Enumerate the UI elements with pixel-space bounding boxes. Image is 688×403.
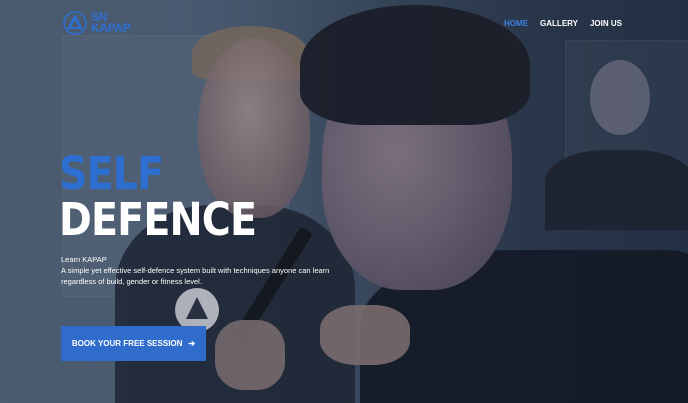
arrow-right-icon: ➔ [188,339,196,348]
hero-title-line-2: DEFENCE [59,193,257,246]
book-free-session-button[interactable]: BOOK YOUR FREE SESSION ➔ [61,326,206,361]
nav-item-gallery[interactable]: GALLERY [540,19,578,28]
hero-section: SN KAPAP HOME GALLERY JOIN US SELF DEFEN… [0,0,688,403]
hero-description: Learn KAPAP A simple yet effective self-… [61,254,351,287]
hero-lead: Learn KAPAP [61,255,107,264]
main-nav: HOME GALLERY JOIN US [504,19,622,28]
logo-line-2: KAPAP [91,21,131,35]
logo-text: SN KAPAP [91,11,131,35]
cta-label: BOOK YOUR FREE SESSION [71,339,183,348]
nav-item-home[interactable]: HOME [504,19,528,28]
logo-emblem-icon [63,11,87,35]
site-logo[interactable]: SN KAPAP [62,10,131,36]
hero-title-line-1: SELF [59,147,164,200]
nav-item-join-us[interactable]: JOIN US [590,19,622,28]
hero-body-text: A simple yet effective self-defence syst… [61,266,330,286]
